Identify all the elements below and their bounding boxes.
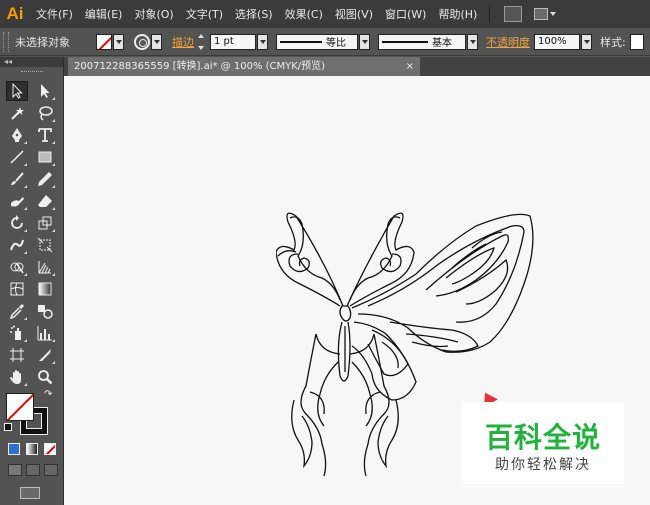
- screen-mode-button[interactable]: [20, 487, 40, 499]
- menu-divider: [489, 5, 491, 23]
- lasso-tool-icon[interactable]: [34, 103, 56, 123]
- menu-object[interactable]: 对象(O): [128, 6, 179, 22]
- draw-normal-button[interactable]: [8, 464, 22, 476]
- opacity-dropdown[interactable]: [581, 33, 592, 50]
- slice-tool-icon[interactable]: [34, 345, 56, 365]
- variable-width-dropdown[interactable]: [359, 33, 370, 50]
- swap-fill-stroke-icon[interactable]: ↷: [44, 389, 52, 400]
- menu-bar: Ai 文件(F) 编辑(E) 对象(O) 文字(T) 选择(S) 效果(C) 视…: [0, 0, 650, 28]
- draw-inside-button[interactable]: [44, 464, 58, 476]
- gradient-tool-icon[interactable]: [34, 279, 56, 299]
- mesh-tool-icon[interactable]: [6, 279, 28, 299]
- tools-panel-collapse[interactable]: ◂◂: [0, 57, 63, 67]
- stroke-weight-dropdown[interactable]: [257, 33, 268, 50]
- brush-definition-label: 基本: [432, 38, 452, 49]
- rectangle-tool-icon[interactable]: [34, 147, 56, 167]
- symbol-sprayer-tool-icon[interactable]: [6, 323, 28, 343]
- warp-tool-icon[interactable]: [6, 235, 28, 255]
- opacity-field[interactable]: 100%: [534, 33, 580, 50]
- direct-selection-tool-icon[interactable]: [34, 81, 56, 101]
- tools-panel: ◂◂ ↷: [0, 57, 64, 505]
- shape-builder-tool-icon[interactable]: [6, 257, 28, 277]
- free-transform-tool-icon[interactable]: [34, 235, 56, 255]
- scale-tool-icon[interactable]: [34, 213, 56, 233]
- control-bar-grip[interactable]: [3, 31, 9, 52]
- pen-tool-icon[interactable]: [6, 125, 28, 145]
- fill-swatch[interactable]: [96, 33, 112, 50]
- close-tab-icon[interactable]: ×: [406, 57, 414, 76]
- document-tab[interactable]: 200712288365559 [转换].ai* @ 100% (CMYK/预览…: [68, 57, 420, 76]
- menu-edit[interactable]: 编辑(E): [79, 6, 129, 22]
- paintbrush-tool-icon[interactable]: [6, 169, 28, 189]
- fill-dropdown[interactable]: [113, 33, 124, 50]
- magic-wand-tool-icon[interactable]: [6, 103, 28, 123]
- selection-tool-icon[interactable]: [6, 81, 28, 101]
- perspective-grid-tool-icon[interactable]: [34, 257, 56, 277]
- graphic-style-swatch[interactable]: [629, 33, 644, 50]
- watermark-title: 百科全说: [484, 421, 601, 454]
- bridge-icon[interactable]: [504, 6, 523, 22]
- document-tab-bar: 200712288365559 [转换].ai* @ 100% (CMYK/预览…: [64, 57, 650, 76]
- artboard-tool-icon[interactable]: [6, 345, 28, 365]
- eyedropper-tool-icon[interactable]: [6, 301, 28, 321]
- blend-tool-icon[interactable]: [34, 301, 56, 321]
- watermark: 百科全说 助你轻松解决: [462, 402, 624, 484]
- menu-select[interactable]: 选择(S): [229, 6, 279, 22]
- menu-window[interactable]: 窗口(W): [379, 6, 432, 22]
- none-slash-icon: [7, 394, 33, 420]
- type-tool-icon[interactable]: [34, 125, 56, 145]
- column-graph-tool-icon[interactable]: [34, 323, 56, 343]
- default-fill-stroke-icon[interactable]: [4, 423, 12, 431]
- brush-definition-dropdown[interactable]: [467, 33, 478, 50]
- blob-brush-tool-icon[interactable]: [6, 191, 28, 211]
- gradient-mode-button[interactable]: [26, 443, 38, 455]
- menu-help[interactable]: 帮助(H): [432, 6, 483, 22]
- stroke-color-dropdown[interactable]: [151, 33, 162, 50]
- tools-panel-grip[interactable]: [0, 67, 63, 75]
- pencil-tool-icon[interactable]: [34, 169, 56, 189]
- variable-width-label: 等比: [326, 38, 346, 49]
- app-logo: Ai: [6, 4, 24, 23]
- eraser-tool-icon[interactable]: [34, 191, 56, 211]
- menu-type[interactable]: 文字(T): [180, 6, 229, 22]
- document-tab-title: 200712288365559 [转换].ai* @ 100% (CMYK/预览…: [74, 61, 326, 72]
- zoom-tool-icon[interactable]: [34, 367, 56, 387]
- menu-effect[interactable]: 效果(C): [279, 6, 329, 22]
- menu-view[interactable]: 视图(V): [329, 6, 379, 22]
- stroke-weight-field[interactable]: 1 pt: [210, 33, 256, 50]
- fill-color-box[interactable]: [6, 393, 34, 421]
- watermark-subtitle: 助你轻松解决: [495, 457, 591, 473]
- color-mode-button[interactable]: [8, 443, 20, 455]
- control-bar: 未选择对象 描边 1 pt 等比 基本 不透明度 100% 样式:: [0, 28, 650, 56]
- draw-behind-button[interactable]: [26, 464, 40, 476]
- menu-file[interactable]: 文件(F): [30, 6, 79, 22]
- arrange-documents-icon[interactable]: [534, 6, 558, 22]
- stroke-panel-link[interactable]: 描边: [172, 34, 194, 50]
- variable-width-profile[interactable]: 等比: [276, 33, 358, 50]
- stroke-swatch-icon[interactable]: [134, 33, 150, 50]
- opacity-panel-link[interactable]: 不透明度: [486, 34, 530, 50]
- style-label: 样式:: [600, 35, 626, 49]
- hand-tool-icon[interactable]: [6, 367, 28, 387]
- selection-status: 未选择对象: [15, 35, 70, 49]
- line-segment-tool-icon[interactable]: [6, 147, 28, 167]
- stroke-weight-stepper[interactable]: [198, 33, 208, 50]
- rotate-tool-icon[interactable]: [6, 213, 28, 233]
- none-mode-button[interactable]: [44, 443, 56, 455]
- brush-definition[interactable]: 基本: [378, 33, 466, 50]
